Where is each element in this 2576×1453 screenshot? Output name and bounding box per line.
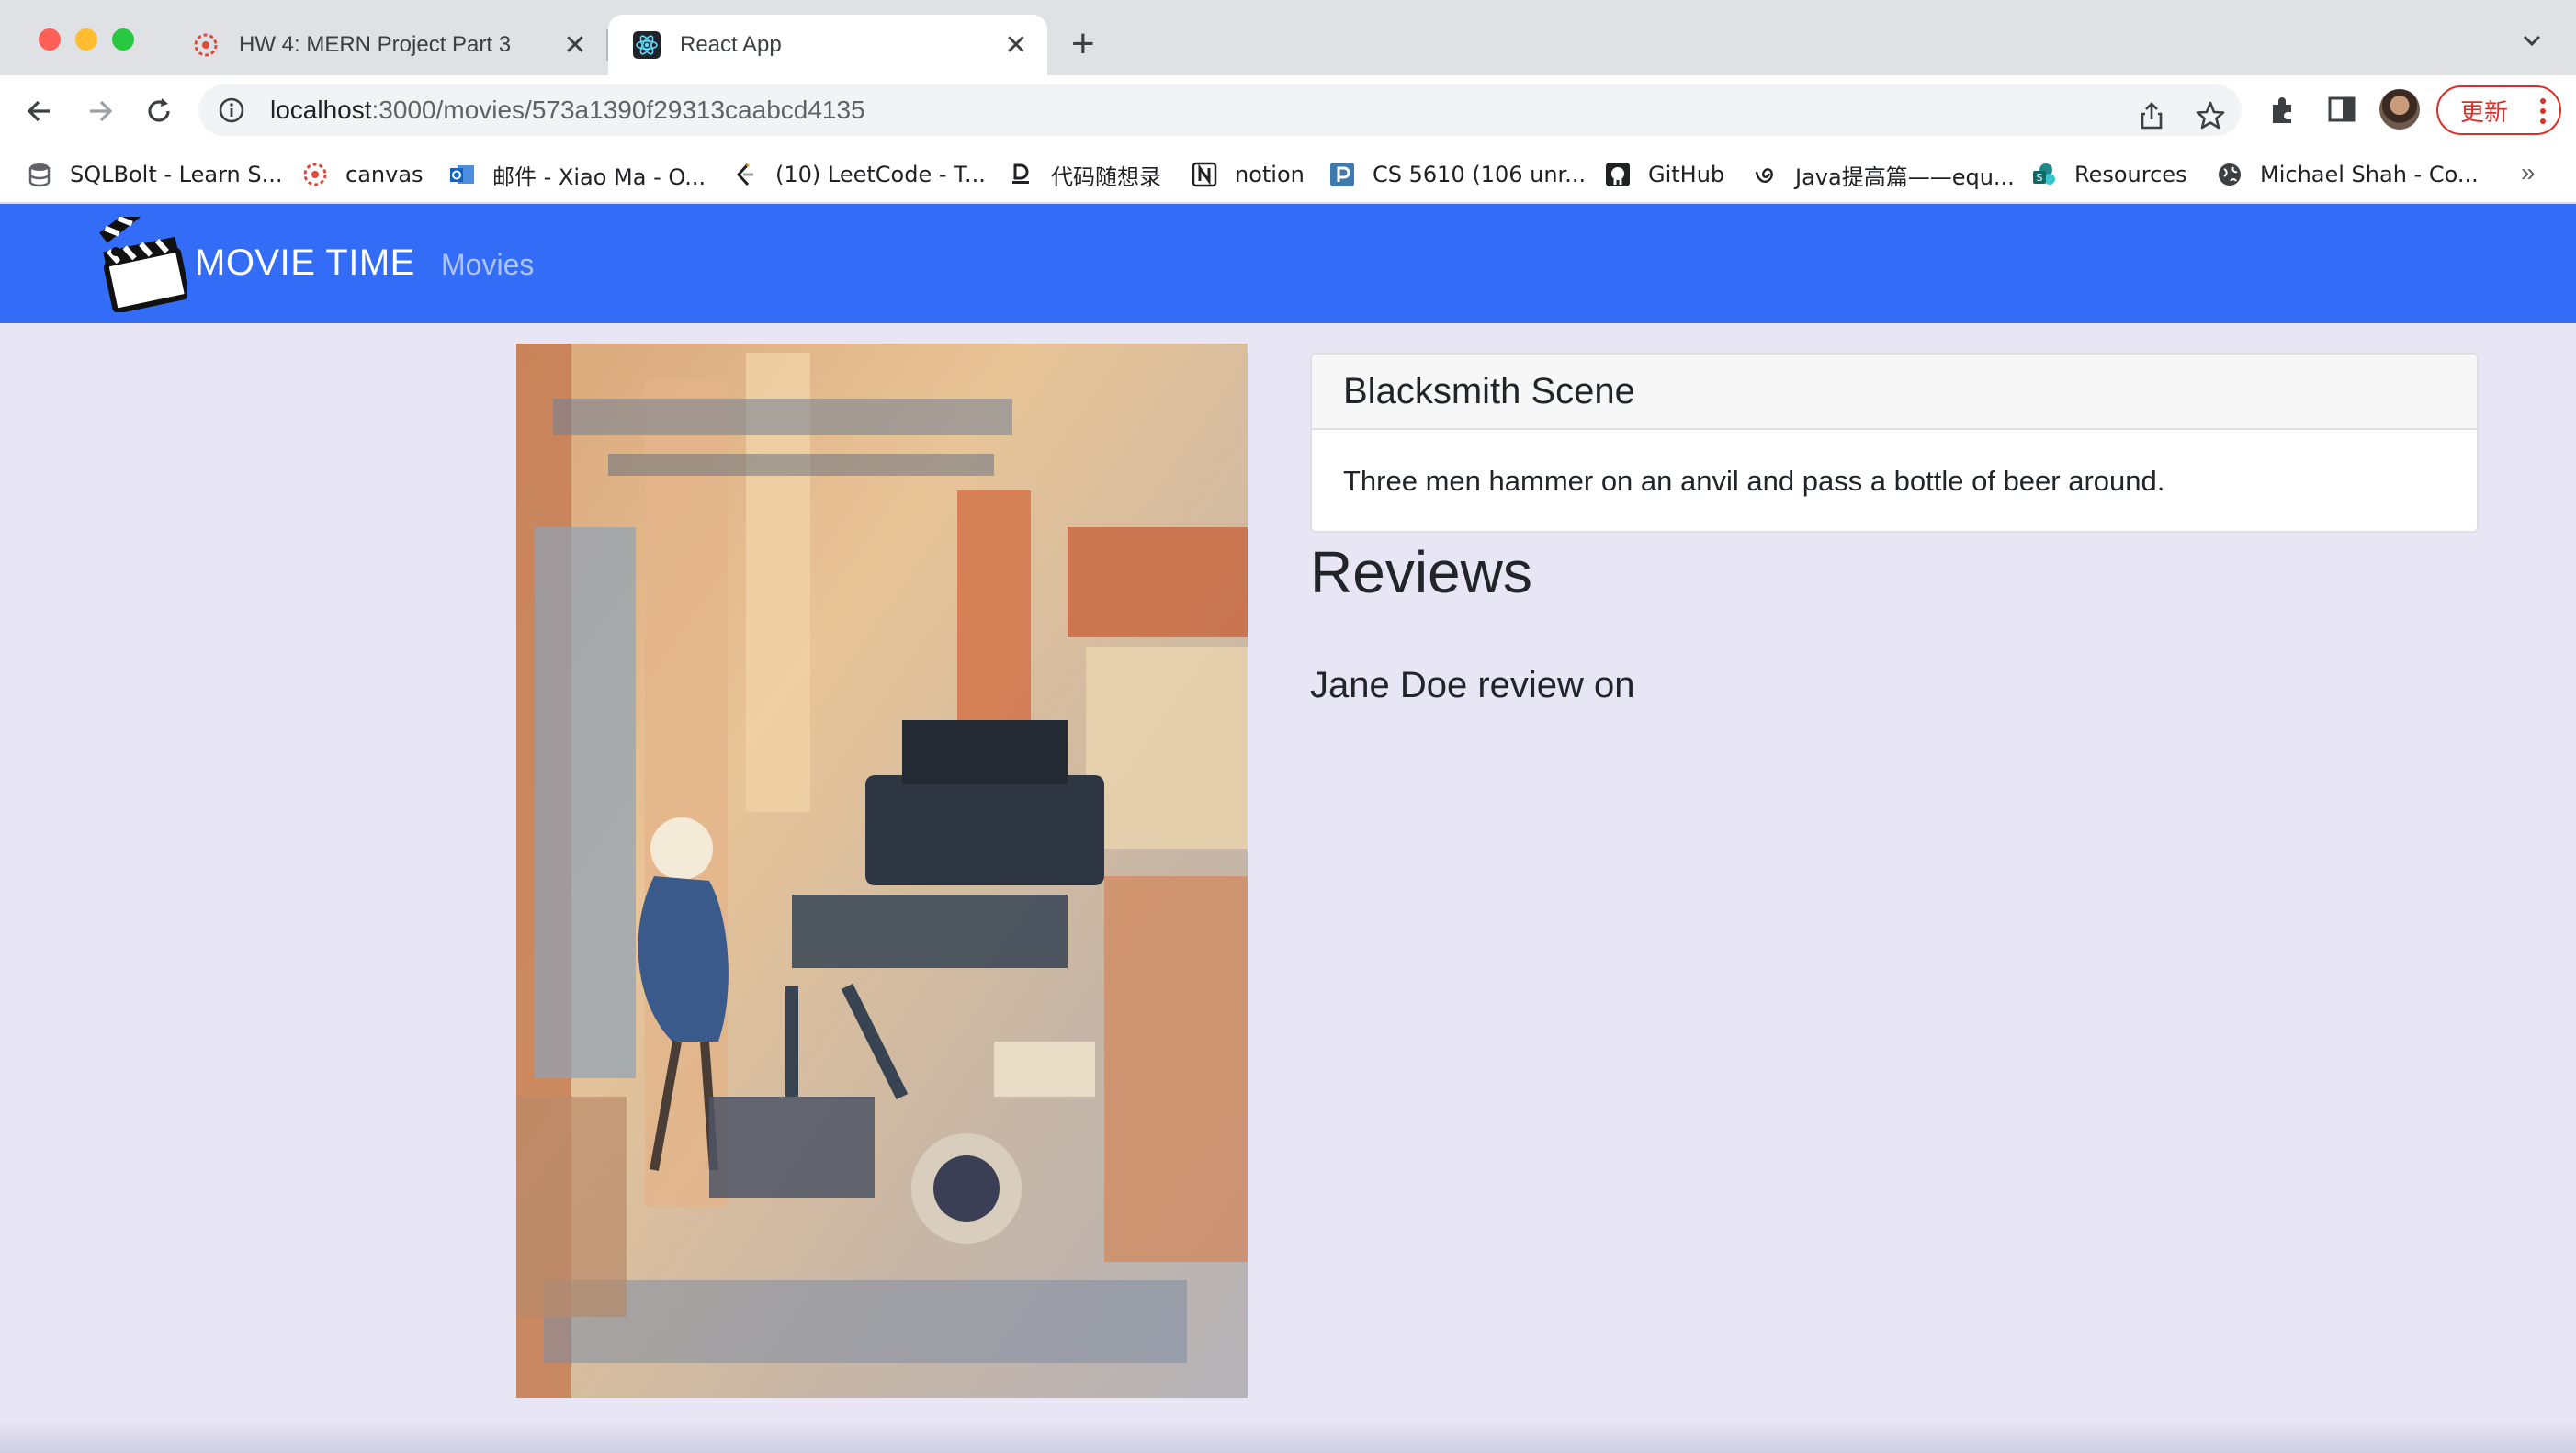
forward-arrow-icon[interactable] — [83, 94, 118, 129]
bookmark-leetcode[interactable]: (10) LeetCode - T... — [731, 156, 986, 193]
extensions-icon[interactable] — [2265, 92, 2300, 127]
code-icon — [1012, 163, 1029, 184]
globe-icon — [2219, 163, 2241, 186]
nav-link-movies[interactable]: Movies — [441, 248, 534, 282]
outlook-icon — [450, 165, 474, 184]
bookmark-label: (10) LeetCode - T... — [775, 162, 986, 187]
window-close-button[interactable] — [39, 28, 61, 51]
url-text: localhost:3000/movies/573a1390f29313caab… — [270, 96, 865, 125]
browser-toolbar: localhost:3000/movies/573a1390f29313caab… — [0, 75, 2576, 145]
leetcode-icon — [736, 163, 753, 186]
java-icon — [1755, 168, 1773, 183]
side-panel-icon[interactable] — [2324, 92, 2359, 127]
window-maximize-button[interactable] — [112, 28, 134, 51]
notion-icon — [1192, 162, 1217, 187]
bookmark-label: Java提高篇——equ... — [1795, 163, 2015, 190]
bookmark-java[interactable]: Java提高篇——equ... — [1751, 156, 2015, 193]
piazza-icon — [1330, 163, 1354, 186]
bookmark-canvas[interactable]: canvas — [301, 156, 424, 193]
movie-plot: Three men hammer on an anvil and pass a … — [1343, 465, 2165, 497]
bookmark-notion[interactable]: notion — [1191, 156, 1305, 193]
svg-text:S: S — [2037, 172, 2043, 184]
bookmark-michael-shah[interactable]: Michael Shah - Co... — [2216, 156, 2479, 193]
window-bottom-edge — [0, 1420, 2576, 1453]
database-icon — [28, 163, 51, 187]
movie-title: Blacksmith Scene — [1312, 355, 2477, 430]
bookmark-label: Michael Shah - Co... — [2260, 162, 2479, 187]
address-bar[interactable]: localhost:3000/movies/573a1390f29313caab… — [198, 84, 2242, 136]
bookmark-daima[interactable]: 代码随想录 — [1007, 156, 1161, 193]
bookmark-label: CS 5610 (106 unr... — [1373, 162, 1587, 187]
bookmark-outlook[interactable]: 邮件 - Xiao Ma - O... — [448, 156, 706, 193]
react-icon — [633, 31, 661, 59]
bookmarks-bar: SQLBolt - Learn S... canvas 邮件 - Xiao Ma… — [0, 145, 2576, 204]
canvas-icon — [303, 163, 327, 186]
chevron-down-icon[interactable] — [2519, 28, 2545, 53]
more-vert-icon[interactable] — [2539, 96, 2547, 126]
movie-poster — [516, 344, 1248, 1398]
tab-title: React App — [680, 32, 782, 57]
brand-title[interactable]: MOVIE TIME — [195, 242, 415, 284]
share-icon[interactable] — [2135, 99, 2168, 132]
bookmark-label: canvas — [345, 162, 424, 187]
tab-title: HW 4: MERN Project Part 3 — [239, 32, 512, 57]
reviews-heading: Reviews — [1310, 539, 1532, 605]
update-label: 更新 — [2460, 98, 2509, 127]
browser-tab-bar: HW 4: MERN Project Part 3 ✕ React App ✕ … — [0, 0, 2576, 75]
bookmark-piazza[interactable]: CS 5610 (106 unr... — [1328, 156, 1586, 193]
star-icon[interactable] — [2194, 99, 2227, 132]
bookmark-github[interactable]: GitHub — [1604, 156, 1724, 193]
close-icon[interactable]: ✕ — [998, 29, 1034, 62]
url-path: :3000/movies/573a1390f29313caabcd4135 — [371, 96, 865, 124]
bookmark-resources[interactable]: S Resources — [2030, 156, 2187, 193]
bookmark-label: 代码随想录 — [1051, 163, 1161, 190]
tab-hw4[interactable]: HW 4: MERN Project Part 3 ✕ — [184, 15, 606, 75]
url-host: localhost — [270, 96, 372, 124]
github-icon — [1606, 163, 1630, 186]
new-tab-button[interactable]: + — [1071, 24, 1095, 64]
bookmarks-overflow-button[interactable]: » — [2521, 158, 2536, 187]
close-icon[interactable]: ✕ — [557, 29, 593, 62]
bookmark-label: Resources — [2074, 162, 2187, 187]
tab-react-app[interactable]: React App ✕ — [608, 15, 1047, 75]
clapperboard-icon[interactable] — [96, 217, 187, 312]
info-icon[interactable] — [217, 96, 246, 125]
canvas-icon — [194, 33, 218, 57]
bookmark-label: SQLBolt - Learn S... — [70, 162, 283, 187]
profile-avatar[interactable] — [2379, 89, 2420, 130]
bookmark-sqlbolt[interactable]: SQLBolt - Learn S... — [26, 156, 282, 193]
movie-card: Blacksmith Scene Three men hammer on an … — [1310, 353, 2479, 533]
bookmark-label: 邮件 - Xiao Ma - O... — [492, 163, 706, 190]
bookmark-label: notion — [1235, 162, 1305, 187]
app-navbar: MOVIE TIME Movies — [0, 204, 2576, 323]
reload-icon[interactable] — [141, 94, 176, 129]
back-arrow-icon[interactable] — [22, 94, 57, 129]
bookmark-label: GitHub — [1648, 162, 1725, 187]
update-button[interactable]: 更新 — [2436, 85, 2561, 135]
window-minimize-button[interactable] — [75, 28, 97, 51]
poster-artwork — [516, 344, 1248, 1398]
sharepoint-icon: S — [2033, 163, 2055, 185]
review-item: Jane Doe review on — [1310, 665, 1635, 705]
